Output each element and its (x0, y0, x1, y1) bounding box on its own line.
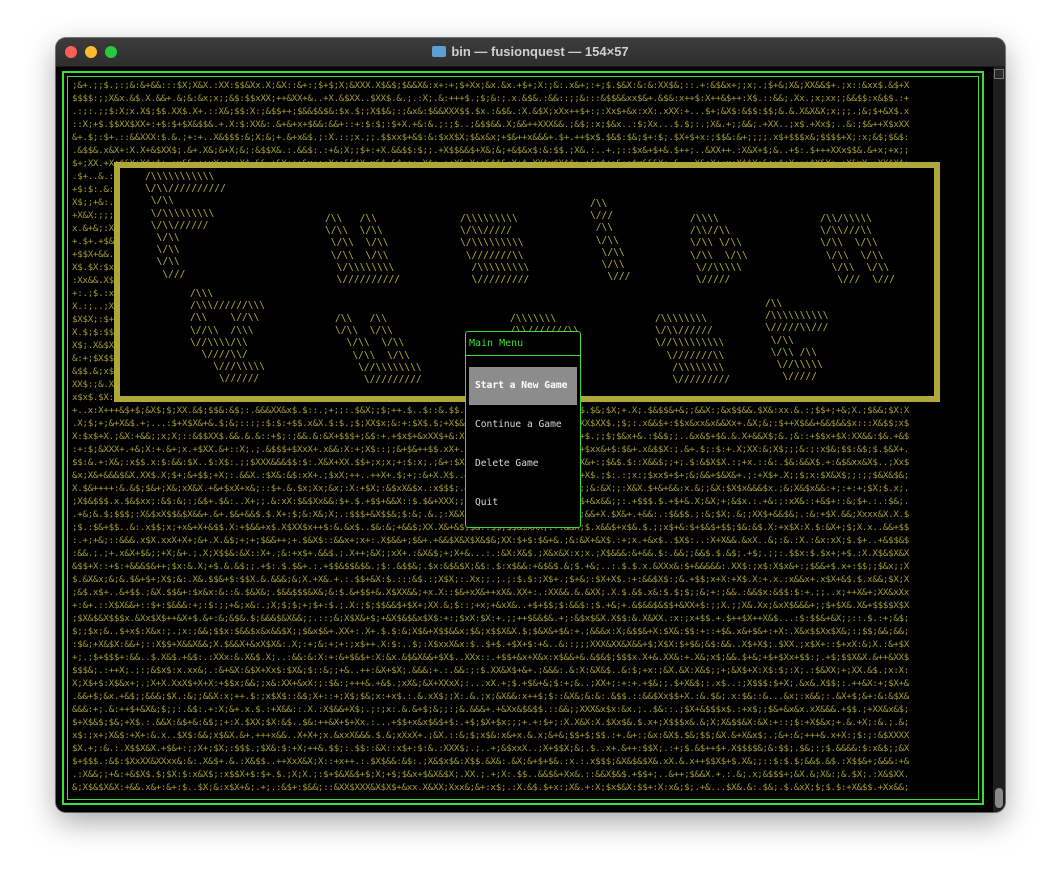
menu-item-continue-game[interactable]: Continue a Game (469, 406, 577, 444)
scrollbar-menu-icon[interactable] (994, 69, 1004, 79)
ascii-logo-stroke: /\\ /\\ \/\\ \/\\ \/\\ \/\\ \/\\ \/\\ \/… (325, 213, 401, 286)
window-title: bin — fusionquest — 154×57 (56, 44, 1005, 59)
terminal-area[interactable]: ;&+.;;$.;:;&:&+&&:::$X;X&X.:XX:$$&Xx.X;&… (56, 67, 993, 812)
ascii-logo-stroke: /\\ \/// /\\ \/\\ \/\\ \/\\ \/// (590, 198, 631, 283)
folder-icon (432, 46, 447, 57)
menu-title: Main Menu (469, 338, 524, 349)
window-title-text: bin — fusionquest — 154×57 (451, 44, 629, 59)
terminal-window: bin — fusionquest — 154×57 ;&+.;;$.;:;&:… (56, 38, 1005, 812)
menu-item-quit[interactable]: Quit (469, 484, 577, 522)
menu-item-delete-game[interactable]: Delete Game (469, 445, 577, 483)
ascii-logo-stroke: /\\\ /\\\//////\\\ /\\ \//\\ \//\\ /\\\ … (190, 288, 266, 385)
title-bar: bin — fusionquest — 154×57 (56, 38, 1005, 67)
ascii-logo-stroke: /\\ /\\\\\\\\\\ \/////\\/// \/\\ \/\\ /\… (765, 298, 829, 383)
scrollbar[interactable] (993, 67, 1005, 812)
menu-item-start-new-game[interactable]: Start a New Game (469, 367, 577, 405)
main-menu: Main Menu Start a New Game Continue a Ga… (465, 331, 581, 528)
ascii-logo-stroke: /\\\\ /\\//\\ \/\\ \/\\ \/\\ \/\\ \//\\\… (690, 213, 748, 286)
ascii-logo-stroke: /\\\\\\\\\\\ \/\\////////// \/\\ \/\\\\\… (145, 171, 226, 280)
ascii-logo-stroke: /\\/\\\\\ \/\\///\\ \/\\ \/\\ \/\\ \/\\ … (820, 213, 896, 286)
ascii-logo-stroke: /\\\\\\\\\ \/\\///// \/\\\\\\\\\ \//////… (460, 213, 530, 286)
menu-divider (466, 355, 580, 356)
scrollbar-thumb[interactable] (995, 788, 1003, 808)
ascii-logo-stroke: /\\\\\\\\ \/\\////// \//\\\\\\\\\ \/////… (655, 313, 731, 386)
ascii-logo-stroke: /\\ /\\ \/\\ \/\\ \/\\ \/\\ \/\\ \/\\ \/… (335, 313, 422, 386)
